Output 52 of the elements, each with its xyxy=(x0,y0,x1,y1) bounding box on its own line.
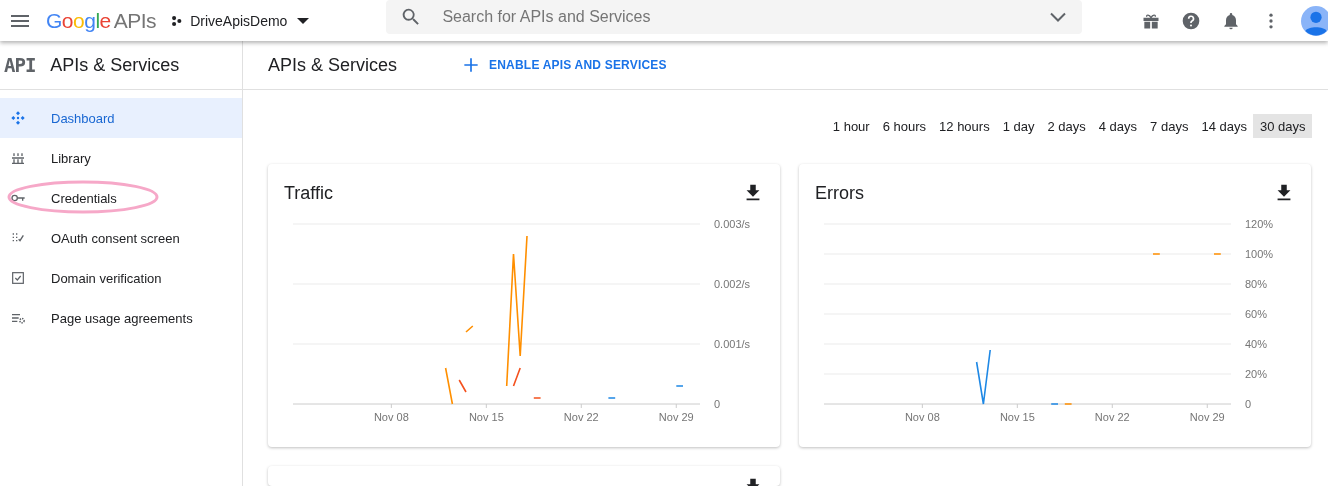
axis-label: 0.002/s xyxy=(714,278,751,290)
dashboard-icon xyxy=(10,110,26,126)
search-field[interactable]: Search for APIs and Services xyxy=(386,0,1083,34)
axis-label: 0.001/s xyxy=(714,338,751,350)
sidebar-item[interactable]: Dashboard xyxy=(0,98,242,138)
time-range-button[interactable]: 2 days xyxy=(1040,114,1093,138)
sidebar-title: APIs & Services xyxy=(50,54,180,76)
search-input[interactable]: Search for APIs and Services xyxy=(440,6,1047,27)
sidebar-item[interactable]: Domain verification xyxy=(0,258,242,298)
axis-label: Nov 22 xyxy=(1094,411,1130,423)
sidebar-item[interactable]: Credentials xyxy=(0,178,242,218)
time-range-button[interactable]: 1 hour xyxy=(826,114,877,138)
axis-label: 0 xyxy=(1245,398,1252,410)
axis-label: Nov 08 xyxy=(373,411,409,423)
api-logo: API xyxy=(4,54,36,76)
axis-label: Nov 15 xyxy=(468,411,504,423)
axis-label: 0 xyxy=(714,398,721,410)
library-icon xyxy=(10,150,26,166)
axis-label: 100% xyxy=(1245,248,1274,260)
bell-icon[interactable] xyxy=(1221,10,1241,31)
product-name: APIs xyxy=(113,8,157,33)
time-range-button[interactable]: 1 day xyxy=(996,114,1041,138)
help-icon[interactable] xyxy=(1181,10,1201,31)
time-range-button[interactable]: 6 hours xyxy=(876,114,933,138)
time-range-button[interactable]: 4 days xyxy=(1092,114,1144,138)
sidebar-item[interactable]: OAuth consent screen xyxy=(0,218,242,258)
google-logo: Google xyxy=(46,8,111,33)
axis-label: Nov 15 xyxy=(999,411,1035,423)
time-range-button[interactable]: 12 hours xyxy=(932,114,997,138)
axis-label: 60% xyxy=(1245,308,1268,320)
enable-apis-button[interactable]: ENABLE APIS AND SERVICES xyxy=(459,51,669,79)
time-range-button[interactable]: 7 days xyxy=(1143,114,1195,138)
caret-icon xyxy=(297,17,310,24)
project-selector[interactable]: DriveApisDemo xyxy=(168,8,312,33)
card-title: Errors xyxy=(815,182,864,204)
avatar-icon[interactable] xyxy=(1301,5,1328,36)
card-title: Traffic xyxy=(284,182,333,204)
axis-label: 40% xyxy=(1245,338,1268,350)
axis-label: Nov 29 xyxy=(658,411,694,423)
time-range-button[interactable]: 14 days xyxy=(1194,114,1254,138)
sidebar-item[interactable]: Page usage agreements xyxy=(0,298,242,338)
sidebar-item[interactable]: Library xyxy=(0,138,242,178)
time-range-button[interactable]: 30 days xyxy=(1253,114,1312,138)
axis-label: Nov 22 xyxy=(563,411,599,423)
axis-label: Nov 08 xyxy=(904,411,940,423)
axis-label: Nov 29 xyxy=(1189,411,1225,423)
checkbox-icon xyxy=(10,270,26,286)
axis-label: 0.003/s xyxy=(714,218,751,230)
axis-label: 80% xyxy=(1245,278,1268,290)
axis-label: 20% xyxy=(1245,368,1268,380)
axis-label: 120% xyxy=(1245,218,1274,230)
page-title: APIs & Services xyxy=(268,54,398,76)
